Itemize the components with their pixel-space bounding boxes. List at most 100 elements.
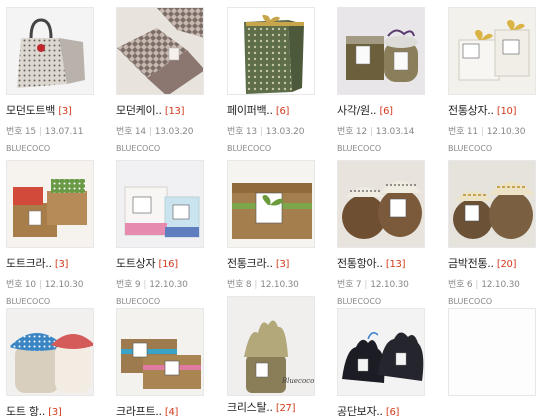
gallery-item[interactable]: 금박전통.. [20] 번호 6 | 12.10.30 BLUECOCO (448, 160, 550, 306)
dot-kraft-box-photo[interactable] (6, 160, 94, 248)
item-title[interactable]: 사각/원.. [6] (337, 104, 442, 118)
title-text[interactable]: 도트크라.. (6, 257, 52, 270)
post-number: 13 (245, 127, 257, 137)
gallery-item[interactable]: Bluecoco 크리스탈.. [27] (227, 296, 332, 415)
number-label: 번호 (6, 127, 23, 137)
author-name: BLUECOCO (227, 144, 272, 153)
gallery-item[interactable]: 사각/원.. [6] 번호 12 | 13.03.14 BLUECOCO (337, 7, 442, 153)
gallery-item[interactable]: 공단보자.. [6] (337, 308, 442, 416)
gallery-item[interactable]: 모던도트백 [3] 번호 15 | 13.07.11 BLUECOCO (6, 7, 111, 153)
gallery-item[interactable]: 도트크라.. [3] 번호 10 | 12.10.30 BLUECOCO (6, 160, 111, 306)
item-title[interactable]: 전통크라.. [3] (227, 257, 332, 271)
title-text[interactable]: 전통상자.. (448, 104, 494, 117)
item-meta: 번호 10 | 12.10.30 (6, 277, 111, 290)
title-text[interactable]: 금박전통.. (448, 257, 494, 270)
title-text[interactable]: 전통항아.. (337, 257, 383, 270)
item-meta: 번호 9 | 12.10.30 (116, 277, 221, 290)
comment-count: [6] (275, 106, 290, 117)
number-label: 번호 (337, 280, 354, 290)
gallery-item[interactable]: 페이퍼백.. [6] 번호 13 | 13.03.20 BLUECOCO (227, 7, 332, 153)
post-number: 6 (466, 280, 473, 290)
satin-wrap-photo[interactable] (337, 308, 425, 396)
title-text[interactable]: 모던케이.. (116, 104, 162, 117)
comment-count: [13] (164, 106, 185, 117)
item-meta: 번호 15 | 13.07.11 (6, 124, 111, 137)
comment-count: [6] (385, 407, 400, 416)
item-title[interactable]: 전통항아.. [13] (337, 257, 442, 271)
gallery-item[interactable]: 전통크라.. [3] 번호 8|12.10.30 BLUECOCO (227, 160, 332, 306)
separator: | (148, 127, 152, 137)
separator: | (38, 127, 42, 137)
item-title[interactable]: 크라프트.. [4] (116, 405, 221, 416)
gallery-item[interactable]: 모던케이.. [13] 번호 14 | 13.03.20 BLUECOCO (116, 7, 221, 153)
watermark-caption: Bluecoco (282, 377, 315, 385)
traditional-box-photo[interactable] (448, 7, 536, 95)
title-text[interactable]: 도트상자 (116, 257, 156, 270)
author-name: BLUECOCO (448, 297, 493, 306)
number-label: 번호 (448, 280, 465, 290)
title-text[interactable]: 페이퍼백.. (227, 104, 273, 117)
dot-box-photo[interactable] (116, 160, 204, 248)
title-text[interactable]: 크라프트.. (116, 405, 162, 416)
author-name: BLUECOCO (6, 297, 51, 306)
item-meta: 번호 7 | 12.10.30 (337, 277, 442, 290)
item-title[interactable]: 전통상자.. [10] (448, 104, 550, 118)
title-text[interactable]: 크리스탈.. (227, 401, 273, 414)
paper-bag-photo[interactable] (227, 7, 315, 95)
title-text[interactable]: 전통크라.. (227, 257, 273, 270)
item-title[interactable]: 금박전통.. [20] (448, 257, 550, 271)
post-number: 10 (24, 280, 36, 290)
dot-jar-photo[interactable] (6, 308, 94, 396)
gold-foil-jar-photo[interactable] (448, 160, 536, 248)
title-text[interactable]: 공단보자.. (337, 405, 383, 416)
post-date: 12.10.30 (486, 127, 526, 137)
comment-count: [16] (158, 259, 178, 270)
gallery-item[interactable]: 도트상자 [16] 번호 9 | 12.10.30 BLUECOCO (116, 160, 221, 306)
comment-count: [20] (496, 259, 517, 270)
post-date: 12.10.30 (481, 280, 520, 290)
crystal-wrap-photo[interactable]: Bluecoco (227, 296, 315, 396)
item-meta: 번호 11 | 12.10.30 (448, 124, 550, 137)
empty-thumbnail (448, 308, 536, 396)
post-number: 15 (24, 127, 36, 137)
title-text[interactable]: 모던도트백 (6, 104, 55, 117)
comment-count: [27] (275, 403, 296, 414)
item-title[interactable]: 도트크라.. [3] (6, 257, 111, 271)
separator: | (143, 280, 147, 290)
item-title[interactable]: 도트상자 [16] (116, 257, 221, 271)
gallery-item[interactable]: 전통항아.. [13] 번호 7 | 12.10.30 BLUECOCO (337, 160, 442, 306)
item-title[interactable]: 도트 항.. [3] (6, 405, 111, 416)
author-name: BLUECOCO (116, 144, 161, 153)
number-label: 번호 (116, 127, 133, 137)
post-number: 7 (355, 280, 362, 290)
number-label: 번호 (337, 127, 354, 137)
traditional-jar-photo[interactable] (337, 160, 425, 248)
author-name: BLUECOCO (6, 144, 51, 153)
title-text[interactable]: 사각/원.. (337, 104, 377, 117)
item-title[interactable]: 크리스탈.. [27] (227, 401, 332, 415)
item-meta: 번호 8 | 12.10.30 (227, 277, 332, 290)
traditional-kraft-photo[interactable] (227, 160, 315, 248)
pattern-cases-photo[interactable] (116, 7, 204, 95)
item-title[interactable]: 페이퍼백.. [6] (227, 104, 332, 118)
separator: | (38, 280, 42, 290)
post-number: 9 (134, 280, 141, 290)
gallery-item-empty (448, 308, 550, 396)
item-meta: 번호 14 | 13.03.20 (116, 124, 221, 137)
square-round-box-photo[interactable] (337, 7, 425, 95)
dotted-bag-photo[interactable] (6, 7, 94, 95)
item-title[interactable]: 모던케이.. [13] (116, 104, 221, 118)
gallery-item[interactable]: 크라프트.. [4] (116, 308, 221, 416)
kraft-box-photo[interactable] (116, 308, 204, 396)
title-text[interactable]: 도트 항.. (6, 405, 45, 416)
item-title[interactable]: 공단보자.. [6] (337, 405, 442, 416)
post-date: 13.03.20 (154, 127, 194, 137)
gallery-item[interactable]: 도트 항.. [3] (6, 308, 111, 416)
gallery-grid: 모던도트백 [3] 번호 15 | 13.07.11 BLUECOCO 모던케이..… (0, 0, 550, 416)
author-name: BLUECOCO (337, 144, 382, 153)
comment-count: [13] (385, 259, 406, 270)
comment-count: [4] (164, 407, 179, 416)
comment-count: [3] (48, 407, 62, 416)
gallery-item[interactable]: 전통상자.. [10] 번호 11 | 12.10.30 BLUECOCO (448, 7, 550, 153)
item-title[interactable]: 모던도트백 [3] (6, 104, 111, 118)
